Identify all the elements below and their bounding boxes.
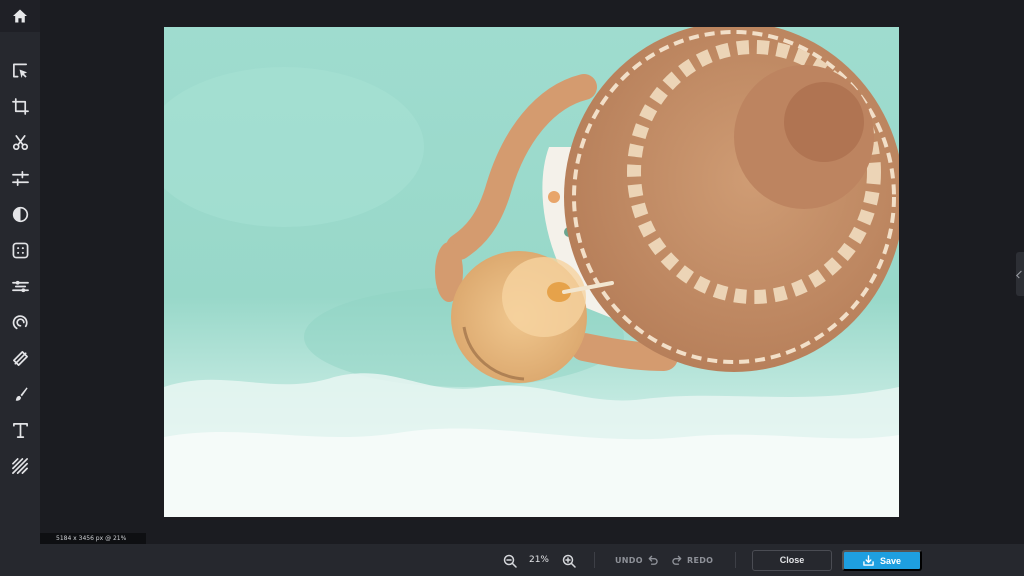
redo-button[interactable]: REDO [672, 553, 713, 567]
home-icon [13, 9, 27, 23]
zoom-out-button[interactable] [503, 553, 517, 568]
zoom-in-icon [562, 554, 576, 568]
texture-tool-button[interactable] [0, 452, 40, 480]
select-tool-button[interactable] [0, 56, 40, 84]
undo-label: UNDO [615, 555, 643, 565]
zoom-out-icon [503, 554, 517, 568]
toolbar-divider [594, 552, 595, 568]
liquify-tool-button[interactable] [0, 308, 40, 336]
redo-label: REDO [687, 555, 714, 565]
undo-button[interactable]: UNDO [615, 553, 658, 567]
crop-icon [11, 97, 29, 115]
home-button[interactable] [0, 0, 40, 32]
brush-icon [15, 386, 28, 401]
scissors-icon [12, 134, 28, 150]
save-button[interactable]: Save [842, 550, 922, 571]
adjust-tool-button[interactable] [0, 164, 40, 192]
text-icon [12, 422, 28, 438]
toolbar-divider [735, 552, 736, 568]
hatch-icon [11, 457, 28, 474]
close-button[interactable]: Close [752, 550, 832, 571]
effects-tool-button[interactable] [0, 272, 40, 300]
undo-icon [648, 555, 658, 565]
sliders-icon [11, 170, 29, 186]
heal-tool-button[interactable] [0, 344, 40, 372]
panel-toggle-tab[interactable] [1016, 252, 1024, 296]
canvas-image[interactable] [164, 27, 899, 517]
filter-tool-button[interactable] [0, 200, 40, 228]
pointer-icon [12, 63, 27, 78]
redo-icon [672, 555, 682, 565]
save-label: Save [879, 555, 902, 566]
frame-icon [12, 242, 28, 258]
zoom-level: 21% [528, 555, 549, 565]
cut-tool-button[interactable] [0, 128, 40, 156]
bandage-icon [12, 350, 28, 366]
effects-icon [11, 280, 29, 292]
text-tool-button[interactable] [0, 416, 40, 444]
zoom-in-button[interactable] [562, 553, 576, 568]
tool-sidebar [0, 0, 40, 576]
paint-tool-button[interactable] [0, 380, 40, 408]
frames-tool-button[interactable] [0, 236, 40, 264]
crop-tool-button[interactable] [0, 92, 40, 120]
beach-photo [164, 27, 899, 517]
download-icon [863, 555, 874, 566]
swirl-icon [12, 314, 28, 329]
contrast-icon [12, 206, 28, 222]
